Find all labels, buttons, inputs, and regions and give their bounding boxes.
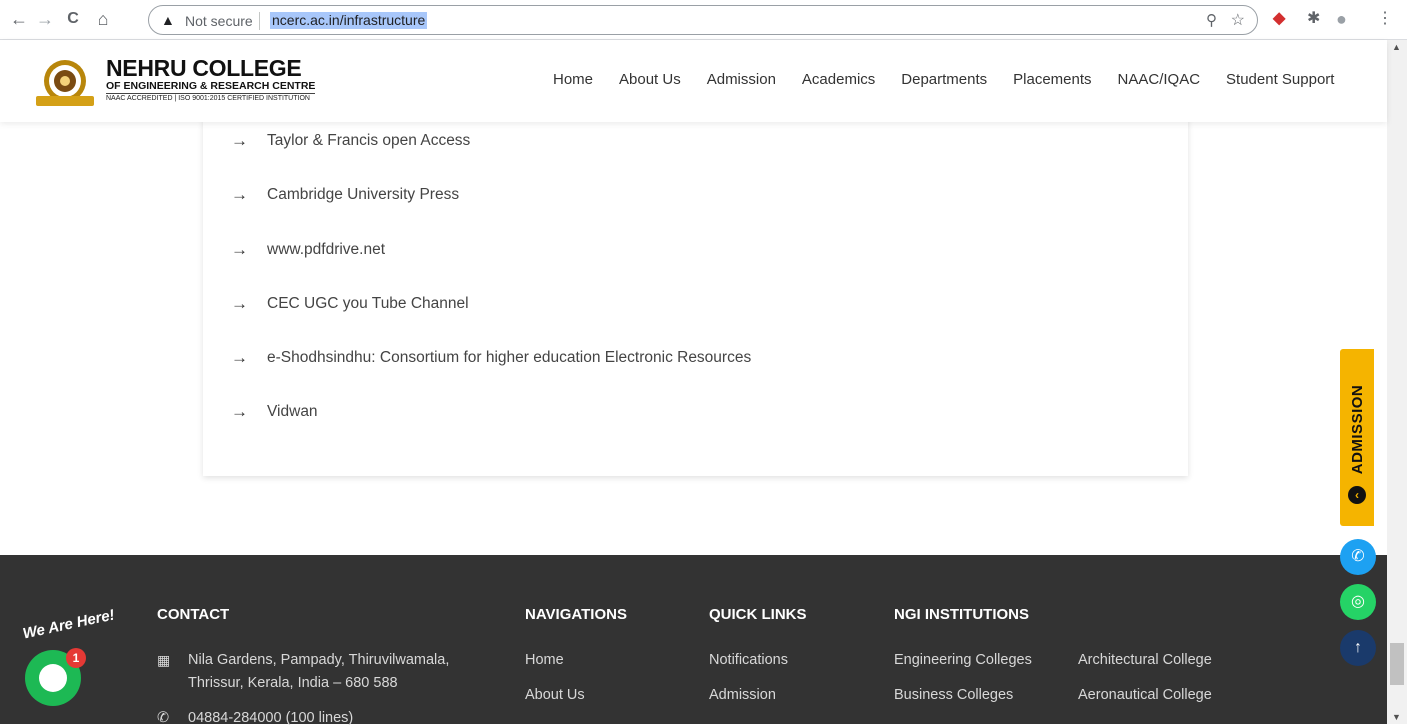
chat-bubble-icon	[39, 664, 67, 692]
scroll-up-icon[interactable]: ▲	[1392, 42, 1401, 52]
arrow-right-icon: →	[231, 402, 248, 421]
nav-naac-iqac[interactable]: NAAC/IQAC	[1118, 71, 1201, 91]
nav-admission[interactable]: Admission	[707, 71, 776, 91]
menu-kebab-icon[interactable]: ⋮	[1377, 8, 1393, 30]
contact-heading: CONTACT	[157, 606, 230, 623]
nav-departments[interactable]: Departments	[901, 71, 987, 91]
resource-link[interactable]: Vidwan	[267, 403, 318, 421]
list-item[interactable]: → e-Shodhsindhu: Consortium for higher e…	[231, 346, 751, 370]
list-item[interactable]: → Taylor & Francis open Access	[231, 129, 470, 153]
nav-academics[interactable]: Academics	[802, 71, 875, 91]
browser-toolbar: ← → C ⌂ ▲ Not secure ncerc.ac.in/infrast…	[0, 0, 1407, 40]
bookmark-star-icon[interactable]: ☆	[1231, 10, 1245, 30]
back-icon[interactable]: ←	[8, 8, 30, 30]
chat-unread-badge: 1	[66, 648, 86, 668]
arrow-right-icon: →	[231, 294, 248, 313]
page-scrollbar[interactable]: ▲ ▼	[1387, 40, 1407, 724]
resources-card: → Taylor & Francis open Access → Cambrid…	[203, 118, 1188, 476]
college-emblem-icon[interactable]	[36, 54, 94, 112]
arrow-circle-left-icon: ‹	[1348, 486, 1366, 504]
profile-avatar-icon[interactable]: ●	[1336, 8, 1347, 30]
scroll-down-icon[interactable]: ▼	[1392, 712, 1401, 722]
security-label[interactable]: Not secure	[185, 13, 253, 29]
resource-link[interactable]: Taylor & Francis open Access	[267, 132, 470, 150]
navigations-heading: NAVIGATIONS	[525, 606, 627, 623]
list-item[interactable]: → Vidwan	[231, 400, 318, 424]
footer-link-aeronautical[interactable]: Aeronautical College	[1078, 687, 1212, 703]
arrow-right-icon: →	[231, 240, 248, 259]
extension-shield-icon[interactable]: ◆	[1273, 8, 1285, 30]
footer-link-about[interactable]: About Us	[525, 687, 585, 703]
building-icon: ▦	[157, 652, 171, 668]
main-nav: Home About Us Admission Academics Depart…	[553, 71, 1334, 91]
footer-link-admission[interactable]: Admission	[709, 687, 776, 703]
warning-icon[interactable]: ▲	[161, 12, 175, 28]
nav-home[interactable]: Home	[553, 71, 593, 91]
site-footer: CONTACT ▦ Nila Gardens, Pampady, Thiruvi…	[0, 555, 1387, 726]
admission-label: ADMISSION	[1349, 384, 1366, 475]
footer-link-home[interactable]: Home	[525, 652, 564, 668]
url-text[interactable]: ncerc.ac.in/infrastructure	[270, 12, 428, 29]
nav-student-support[interactable]: Student Support	[1226, 71, 1334, 91]
arrow-up-icon: ↑	[1354, 639, 1362, 656]
nav-placements[interactable]: Placements	[1013, 71, 1091, 91]
resource-link[interactable]: Cambridge University Press	[267, 186, 459, 204]
scrollbar-thumb[interactable]	[1390, 643, 1404, 685]
ngi-heading: NGI INSTITUTIONS	[894, 606, 1029, 623]
footer-link-engineering[interactable]: Engineering Colleges	[894, 652, 1032, 668]
whatsapp-icon: ◎	[1351, 593, 1365, 610]
logo-title[interactable]: NEHRU COLLEGE	[106, 55, 302, 82]
arrow-right-icon: →	[231, 348, 248, 367]
address-bar[interactable]: ▲ Not secure ncerc.ac.in/infrastructure …	[148, 5, 1258, 35]
address-line-2: Thrissur, Kerala, India – 680 588	[188, 675, 398, 691]
phone-button[interactable]: ✆	[1340, 539, 1376, 575]
resource-link[interactable]: CEC UGC you Tube Channel	[267, 295, 469, 313]
logo-subtitle: OF ENGINEERING & RESEARCH CENTRE	[106, 80, 316, 94]
whatsapp-button[interactable]: ◎	[1340, 584, 1376, 620]
site-header: NEHRU COLLEGE OF ENGINEERING & RESEARCH …	[0, 40, 1387, 122]
home-icon[interactable]: ⌂	[92, 8, 114, 30]
arrow-right-icon: →	[231, 185, 248, 204]
footer-link-business[interactable]: Business Colleges	[894, 687, 1013, 703]
phone-icon: ✆	[1351, 548, 1365, 565]
quick-links-heading: QUICK LINKS	[709, 606, 807, 623]
footer-link-architectural[interactable]: Architectural College	[1078, 652, 1212, 668]
arrow-right-icon: →	[231, 131, 248, 150]
resource-link[interactable]: e-Shodhsindhu: Consortium for higher edu…	[267, 349, 751, 367]
list-item[interactable]: → www.pdfdrive.net	[231, 238, 385, 262]
scroll-top-button[interactable]: ↑	[1340, 630, 1376, 666]
extensions-puzzle-icon[interactable]: ✱	[1307, 8, 1320, 30]
nav-about-us[interactable]: About Us	[619, 71, 681, 91]
list-item[interactable]: → Cambridge University Press	[231, 183, 459, 207]
reload-icon[interactable]: C	[62, 8, 84, 30]
footer-link-notifications[interactable]: Notifications	[709, 652, 788, 668]
address-line-1: Nila Gardens, Pampady, Thiruvilwamala,	[188, 652, 450, 668]
zoom-icon[interactable]: ⚲	[1206, 11, 1217, 29]
admission-side-tab[interactable]: ADMISSION ‹	[1340, 349, 1374, 526]
omnibox-divider	[259, 12, 260, 30]
forward-icon[interactable]: →	[34, 8, 56, 30]
resource-link[interactable]: www.pdfdrive.net	[267, 241, 385, 259]
logo-certification: NAAC ACCREDITED | ISO 9001:2015 CERTIFIE…	[106, 95, 310, 102]
list-item[interactable]: → CEC UGC you Tube Channel	[231, 292, 469, 316]
